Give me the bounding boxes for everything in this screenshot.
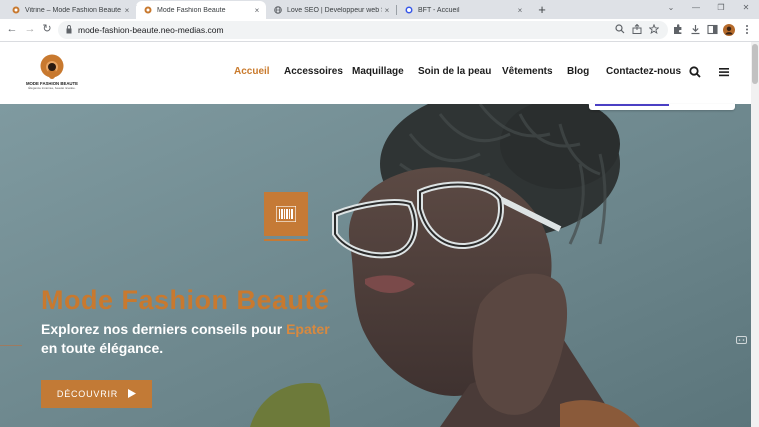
nav-item-soin-de-la-peau[interactable]: Soin de la peau — [418, 66, 491, 77]
close-icon[interactable]: × — [382, 6, 392, 15]
nav-item-maquillage[interactable]: Maquillage — [352, 66, 404, 77]
hero-subtitle-text-2: en toute élégance. — [41, 340, 164, 356]
sidepanel-icon[interactable] — [706, 24, 718, 36]
back-button[interactable]: ← — [5, 22, 19, 36]
chat-widget-icon[interactable] — [735, 336, 747, 346]
barcode-icon — [276, 206, 296, 222]
nav-dropdown-panel — [589, 104, 735, 110]
menu-icon[interactable] — [741, 24, 753, 36]
extensions-icon[interactable] — [671, 24, 683, 36]
hero-title: Mode Fashion Beauté — [41, 285, 330, 315]
search-icon[interactable] — [689, 66, 701, 81]
cta-label: DÉCOUVRIR — [56, 389, 119, 399]
fashion-logo-favicon — [12, 6, 20, 14]
decouvrir-button[interactable]: DÉCOUVRIR — [41, 380, 152, 408]
wordpress-favicon — [405, 6, 413, 14]
tab-vitrine[interactable]: Vitrine – Mode Fashion Beaute × — [4, 1, 136, 19]
barcode-badge — [264, 192, 308, 236]
globe-favicon — [274, 6, 282, 14]
close-icon[interactable]: × — [515, 6, 525, 15]
tab-title: Love SEO | Developpeur web SEO — [287, 6, 382, 14]
new-tab-button[interactable]: + — [535, 2, 549, 17]
lock-icon — [66, 25, 72, 34]
nav-item-accessoires[interactable]: Accessoires — [284, 66, 343, 77]
profile-avatar[interactable] — [723, 24, 735, 36]
maximize-button[interactable]: ❐ — [714, 3, 728, 12]
close-icon[interactable]: × — [122, 6, 132, 15]
tab-search-icon[interactable]: ⌄ — [664, 3, 678, 12]
nav-item-accueil[interactable]: Accueil — [234, 66, 270, 77]
hero-section: Mode Fashion Beauté Explorez nos dernier… — [0, 104, 751, 427]
nav-item-blog[interactable]: Blog — [567, 66, 589, 77]
reload-button[interactable]: ↻ — [40, 22, 54, 36]
page-scrollbar[interactable] — [751, 42, 759, 427]
tab-bft-accueil[interactable]: BFT - Accueil × — [397, 1, 529, 19]
site-header: MODE FASHION BEAUTE Élégance incarnée, b… — [0, 42, 751, 104]
address-bar[interactable]: mode-fashion-beaute.neo-medias.com — [58, 21, 668, 39]
nav-item-contactez-nous[interactable]: Contactez-nous — [606, 66, 681, 77]
tab-title: Vitrine – Mode Fashion Beaute — [25, 6, 121, 14]
browser-tab-strip: Vitrine – Mode Fashion Beaute × Mode Fas… — [0, 0, 759, 19]
hero-subtitle: Explorez nos derniers conseils pour Epat… — [41, 320, 341, 358]
forward-button[interactable]: → — [23, 22, 37, 36]
fashion-logo-favicon — [144, 6, 152, 14]
minimize-button[interactable]: — — [689, 3, 703, 12]
download-icon[interactable] — [689, 24, 701, 36]
url-text: mode-fashion-beaute.neo-medias.com — [78, 25, 224, 35]
tab-love-seo[interactable]: Love SEO | Developpeur web SEO × — [266, 1, 396, 19]
zoom-icon[interactable] — [614, 24, 626, 36]
hero-subtitle-accent: Epater — [286, 321, 330, 337]
badge-underline — [264, 239, 308, 241]
tab-mode-fashion[interactable]: Mode Fashion Beaute × — [136, 1, 266, 19]
scrollbar-thumb[interactable] — [752, 44, 758, 84]
logo-tagline: Élégance incarnée, beauté révélée. — [28, 86, 76, 90]
hero-background-image — [0, 104, 751, 427]
site-logo[interactable]: MODE FASHION BEAUTE Élégance incarnée, b… — [22, 54, 82, 94]
share-icon[interactable] — [631, 23, 643, 36]
nav-item-vetements[interactable]: Vêtements — [502, 66, 553, 77]
close-window-button[interactable]: ✕ — [739, 3, 753, 12]
left-edge-marker — [0, 345, 22, 346]
afro-woman-logo-icon — [40, 54, 64, 79]
star-icon[interactable] — [648, 23, 660, 36]
tab-title: Mode Fashion Beaute — [157, 6, 226, 14]
browser-toolbar: ← → ↻ mode-fashion-beaute.neo-medias.com — [0, 19, 759, 42]
dropdown-accent-bar — [595, 104, 669, 106]
close-icon[interactable]: × — [252, 6, 262, 15]
tab-title: BFT - Accueil — [418, 6, 460, 14]
hero-subtitle-text: Explorez nos derniers conseils pour — [41, 321, 287, 337]
play-icon — [128, 388, 137, 400]
hamburger-menu-icon[interactable] — [718, 66, 730, 81]
